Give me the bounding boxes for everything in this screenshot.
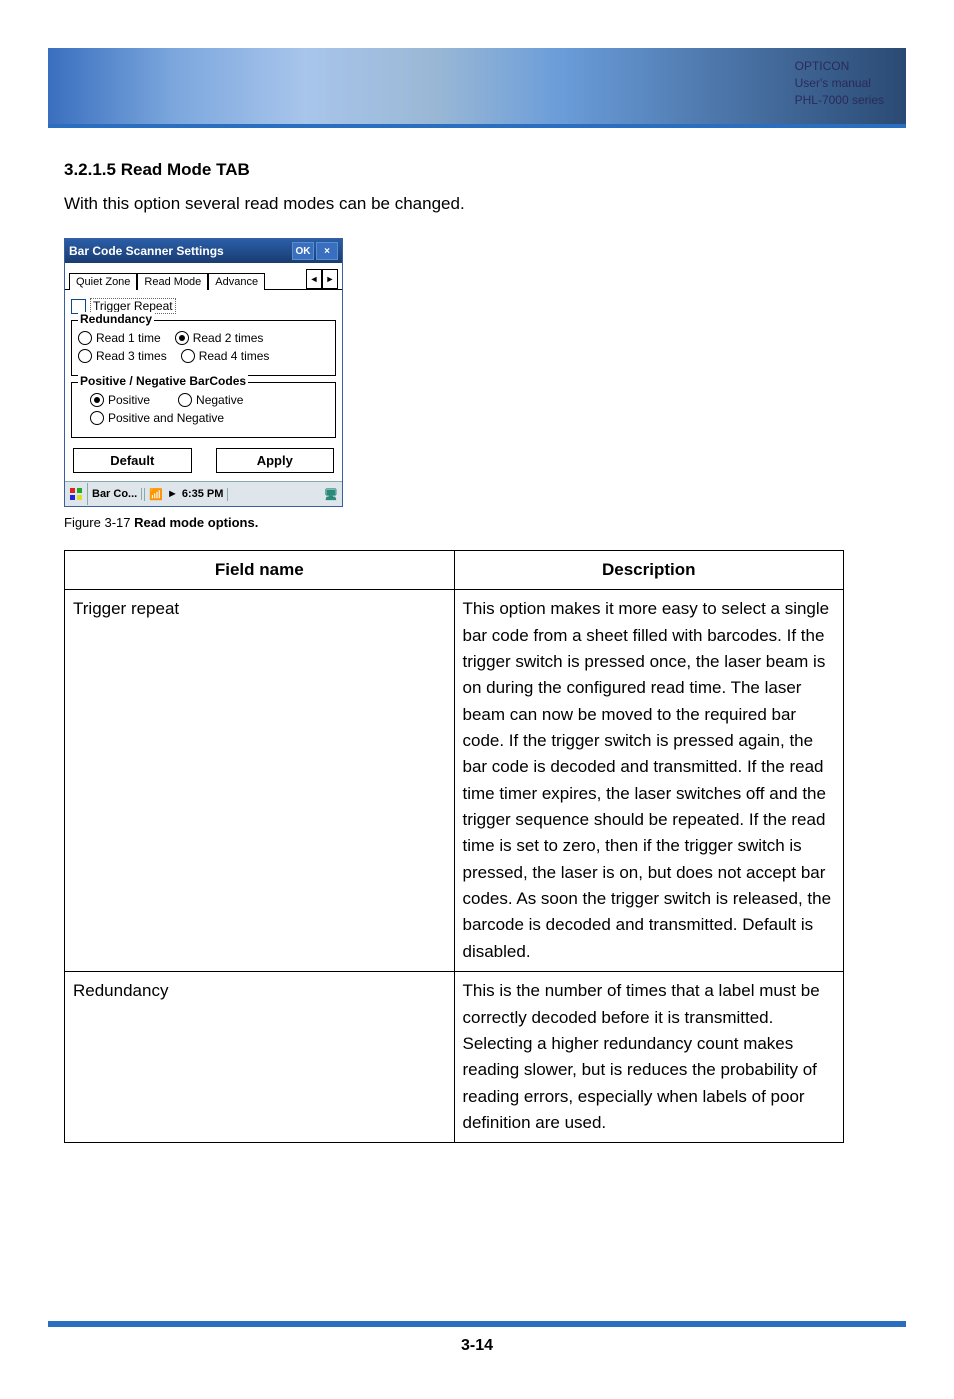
taskbar: Bar Co... 📶 ► 6:35 PM 🖥 bbox=[65, 481, 342, 506]
signal-icon: 📶 bbox=[149, 488, 163, 501]
figure-caption: Figure 3-17 Read mode options. bbox=[64, 515, 890, 530]
tab-strip: Quiet Zone Read Mode Advance ◄ ► bbox=[65, 263, 342, 289]
tab-quiet-zone[interactable]: Quiet Zone bbox=[69, 273, 137, 290]
tab-advance[interactable]: Advance bbox=[208, 273, 265, 290]
radio-icon bbox=[178, 393, 192, 407]
radio-icon bbox=[181, 349, 195, 363]
radio-icon bbox=[175, 331, 189, 345]
tab-panel: Trigger Repeat Redundancy Read 1 time Re… bbox=[65, 289, 342, 481]
positive-and-negative-radio[interactable]: Positive and Negative bbox=[90, 411, 224, 425]
screenshot-figure: Bar Code Scanner Settings OK × Quiet Zon… bbox=[64, 238, 890, 507]
posneg-fieldset: Positive / Negative BarCodes Positive Ne… bbox=[71, 382, 336, 438]
radio-icon bbox=[90, 393, 104, 407]
page-banner: OPTICON User's manual PHL-7000 series bbox=[48, 48, 906, 124]
page-footer: 3-14 bbox=[0, 1321, 954, 1355]
ok-button[interactable]: OK bbox=[292, 242, 314, 260]
banner-line3: PHL-7000 series bbox=[795, 92, 884, 109]
banner-line2: User's manual bbox=[795, 75, 884, 92]
desc-cell: This option makes it more easy to select… bbox=[454, 590, 844, 972]
radio-icon bbox=[78, 349, 92, 363]
positive-radio[interactable]: Positive bbox=[90, 393, 150, 407]
description-table: Field name Description Trigger repeat Th… bbox=[64, 550, 844, 1143]
tab-scroll-right-icon[interactable]: ► bbox=[322, 269, 338, 289]
read-4-times-radio[interactable]: Read 4 times bbox=[181, 349, 270, 363]
start-button-icon[interactable] bbox=[65, 483, 88, 505]
speaker-icon: ► bbox=[167, 488, 178, 500]
field-cell: Trigger repeat bbox=[65, 590, 455, 972]
read-2-times-radio[interactable]: Read 2 times bbox=[175, 331, 264, 345]
window-titlebar: Bar Code Scanner Settings OK × bbox=[65, 239, 342, 263]
window-title: Bar Code Scanner Settings bbox=[69, 244, 224, 258]
desc-cell: This is the number of times that a label… bbox=[454, 972, 844, 1143]
tab-read-mode[interactable]: Read Mode bbox=[137, 273, 208, 290]
table-header-field: Field name bbox=[65, 551, 455, 590]
footer-line bbox=[48, 1321, 906, 1327]
banner-text: OPTICON User's manual PHL-7000 series bbox=[795, 58, 884, 108]
field-cell: Redundancy bbox=[65, 972, 455, 1143]
negative-radio[interactable]: Negative bbox=[178, 393, 243, 407]
tab-scroll-left-icon[interactable]: ◄ bbox=[306, 269, 322, 289]
table-row: Redundancy This is the number of times t… bbox=[65, 972, 844, 1143]
radio-icon bbox=[78, 331, 92, 345]
banner-brand: OPTICON bbox=[795, 58, 884, 75]
apply-button[interactable]: Apply bbox=[216, 448, 335, 473]
section-heading: 3.2.1.5 Read Mode TAB bbox=[64, 160, 890, 180]
taskbar-time: 6:35 PM bbox=[182, 488, 224, 500]
intro-paragraph: With this option several read modes can … bbox=[64, 194, 890, 214]
default-button[interactable]: Default bbox=[73, 448, 192, 473]
page-number: 3-14 bbox=[0, 1337, 954, 1355]
system-tray: 📶 ► 6:35 PM bbox=[144, 488, 228, 501]
read-1-time-radio[interactable]: Read 1 time bbox=[78, 331, 161, 345]
table-header-description: Description bbox=[454, 551, 844, 590]
table-row: Trigger repeat This option makes it more… bbox=[65, 590, 844, 972]
read-3-times-radio[interactable]: Read 3 times bbox=[78, 349, 167, 363]
close-button[interactable]: × bbox=[316, 242, 338, 260]
radio-icon bbox=[90, 411, 104, 425]
redundancy-fieldset: Redundancy Read 1 time Read 2 times Read… bbox=[71, 320, 336, 376]
desktop-icon[interactable]: 🖥 bbox=[320, 488, 342, 501]
taskbar-app[interactable]: Bar Co... bbox=[88, 488, 142, 500]
redundancy-legend: Redundancy bbox=[78, 312, 154, 326]
window-frame: Bar Code Scanner Settings OK × Quiet Zon… bbox=[64, 238, 343, 507]
posneg-legend: Positive / Negative BarCodes bbox=[78, 374, 248, 388]
